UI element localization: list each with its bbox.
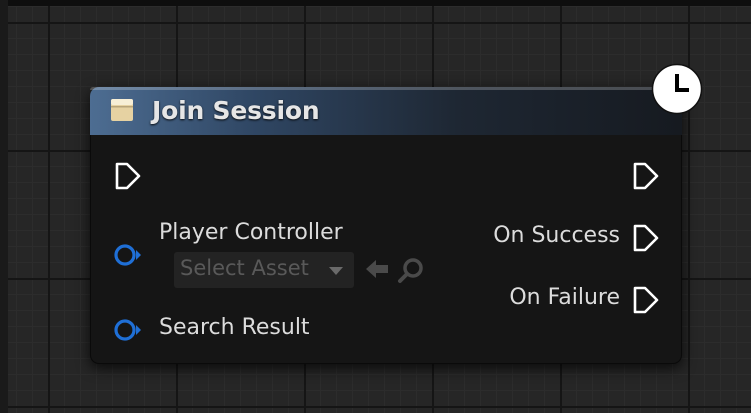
exec-in-pin-icon[interactable] [112, 161, 142, 191]
object-pin-icon[interactable] [112, 315, 142, 345]
viewport-top-edge [0, 0, 751, 6]
pin-label-search-result: Search Result [159, 315, 310, 340]
exec-out-success-pin-icon[interactable] [630, 223, 660, 253]
browse-magnifier-icon[interactable] [397, 256, 425, 284]
asset-picker-value: Select Asset [180, 256, 309, 280]
viewport-left-edge [0, 0, 8, 413]
object-pin-icon[interactable] [112, 240, 142, 270]
function-icon [111, 99, 133, 121]
clock-icon [651, 63, 703, 115]
pin-label-player-controller: Player Controller [159, 220, 343, 245]
dropdown-arrow-icon [329, 267, 343, 275]
node-title: Join Session [152, 96, 320, 125]
node-header[interactable]: Join Session [90, 87, 682, 135]
use-selected-arrow-icon[interactable] [364, 257, 390, 281]
pin-label-on-success: On Success [493, 223, 620, 248]
asset-picker-combo[interactable]: Select Asset [174, 252, 354, 288]
exec-out-pin-icon[interactable] [630, 161, 660, 191]
pin-label-on-failure: On Failure [509, 285, 620, 310]
exec-out-failure-pin-icon[interactable] [630, 285, 660, 315]
